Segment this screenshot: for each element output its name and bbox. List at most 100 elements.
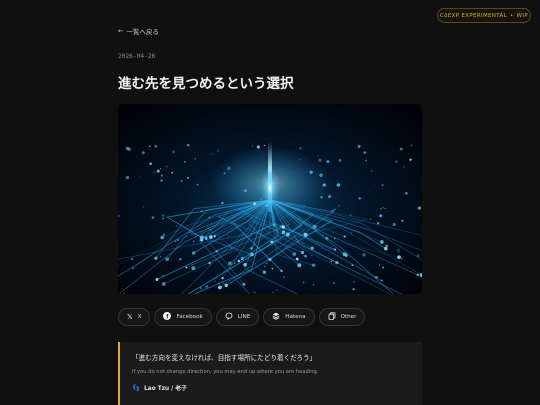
hero-image xyxy=(118,104,422,294)
light-particle xyxy=(263,144,266,147)
light-particle xyxy=(138,176,141,178)
light-particle xyxy=(276,289,278,291)
share-label: Facebook xyxy=(176,314,203,320)
light-particle xyxy=(184,160,186,163)
light-particle xyxy=(338,204,340,207)
circuit-node xyxy=(161,282,166,286)
light-particle xyxy=(332,281,335,284)
light-particle xyxy=(154,144,158,148)
light-particle xyxy=(382,207,384,209)
circuit-node xyxy=(270,240,274,244)
circuit-node xyxy=(397,255,401,260)
circuit-node xyxy=(132,267,135,270)
light-particle xyxy=(392,263,395,265)
light-particle xyxy=(299,146,302,150)
light-particle xyxy=(161,214,165,217)
light-particle xyxy=(281,225,285,229)
circuit-node xyxy=(160,235,165,240)
light-particle xyxy=(174,240,177,243)
light-particle xyxy=(159,167,162,170)
light-particle xyxy=(272,291,274,293)
circuit-node xyxy=(297,263,302,268)
light-particle xyxy=(149,162,152,166)
circuit-node xyxy=(268,257,272,262)
status-badge: CōEXP EXPERIMENTAL • WIP xyxy=(437,8,531,23)
back-link-label: 一覧へ戻る xyxy=(126,28,159,36)
badge-status: WIP xyxy=(516,12,529,19)
light-particle xyxy=(196,183,199,186)
light-particle xyxy=(205,285,209,288)
light-particle xyxy=(374,185,376,187)
circuit-node xyxy=(242,282,246,286)
light-particle xyxy=(160,179,163,182)
circuit-node xyxy=(303,232,308,237)
share-other-button[interactable]: Other xyxy=(318,308,366,326)
light-particle xyxy=(403,165,405,168)
light-particle xyxy=(141,151,145,155)
copy-icon xyxy=(328,312,336,322)
circuit-node xyxy=(155,278,159,281)
light-particle xyxy=(396,248,401,253)
light-particle xyxy=(172,150,176,154)
quote-english: If you do not change direction, you may … xyxy=(132,369,319,375)
share-x-button[interactable]: 𝕏 X xyxy=(118,308,151,326)
circuit-node xyxy=(380,279,383,282)
circuit-node xyxy=(311,263,316,268)
light-particle xyxy=(322,224,325,227)
light-particle xyxy=(400,257,403,260)
circuit-node xyxy=(273,223,276,227)
share-line-button[interactable]: LINE xyxy=(215,308,260,326)
light-particle xyxy=(175,225,178,227)
circuit-node xyxy=(243,262,247,267)
circuit-node xyxy=(250,252,254,257)
light-particle xyxy=(357,144,361,148)
back-link[interactable]: ← 一覧へ戻る xyxy=(118,26,159,36)
light-particle xyxy=(379,214,383,218)
light-particle xyxy=(156,169,160,173)
light-particle xyxy=(162,233,166,236)
share-label: Hatena xyxy=(285,314,306,320)
circuit-node xyxy=(262,270,267,274)
light-particle xyxy=(218,282,221,285)
light-particle xyxy=(349,214,352,217)
circuit-node xyxy=(215,250,218,253)
circuit-node xyxy=(343,235,346,238)
share-facebook-button[interactable]: f Facebook xyxy=(154,308,212,326)
light-particle xyxy=(227,235,229,237)
light-particle xyxy=(251,145,254,147)
arrow-left-icon: ← xyxy=(118,27,124,35)
light-particle xyxy=(375,275,378,279)
share-hatena-button[interactable]: Hatena xyxy=(263,308,315,326)
light-particle xyxy=(328,194,332,199)
light-particle xyxy=(416,254,420,258)
circuit-node xyxy=(310,246,314,250)
light-particle xyxy=(214,280,216,283)
light-particle xyxy=(401,219,404,223)
badge-label: CōEXP EXPERIMENTAL xyxy=(439,12,508,19)
light-particle xyxy=(378,264,381,266)
light-particle xyxy=(338,158,342,162)
light-particle xyxy=(265,262,268,265)
circuit-node xyxy=(312,224,317,229)
light-particle xyxy=(312,284,315,286)
circuit-node xyxy=(292,252,297,256)
light-particle xyxy=(186,176,189,179)
light-particle xyxy=(186,143,190,147)
light-particle xyxy=(204,235,208,239)
light-particle xyxy=(271,267,274,270)
circuit-node xyxy=(351,264,354,267)
line-icon xyxy=(225,312,233,322)
circuit-node xyxy=(221,276,224,280)
circuit-node xyxy=(280,269,283,273)
light-particle xyxy=(200,210,203,213)
light-particle xyxy=(343,254,345,257)
light-particle xyxy=(369,218,372,220)
page-title: 進む先を見つめるという選択 xyxy=(118,76,294,92)
light-particle xyxy=(123,292,125,294)
circuit-node xyxy=(384,246,388,251)
facebook-icon: f xyxy=(163,312,172,322)
circuit-node xyxy=(237,259,241,263)
circuit-node xyxy=(250,247,253,250)
circuit-node xyxy=(191,251,196,255)
light-particle xyxy=(194,158,196,160)
